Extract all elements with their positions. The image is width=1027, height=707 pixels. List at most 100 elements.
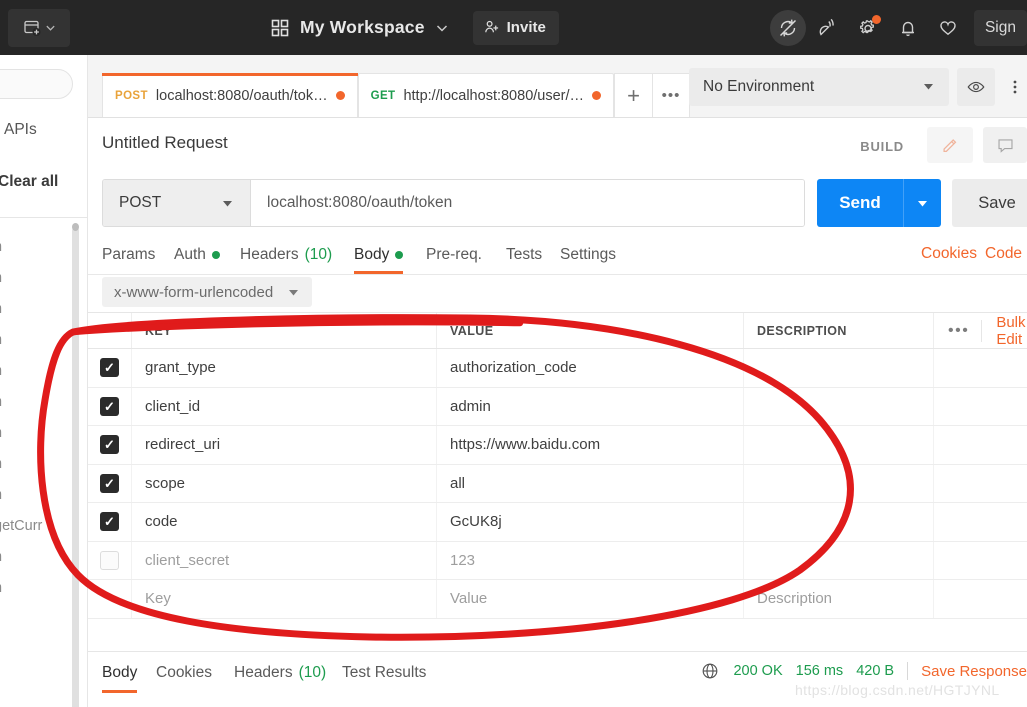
checkbox-checked-icon[interactable]: ✓ xyxy=(100,435,119,455)
request-tab-1[interactable]: POST localhost:8080/oauth/tok… xyxy=(102,73,358,117)
checkbox-checked-icon[interactable]: ✓ xyxy=(100,396,119,416)
table-row[interactable]: client_secret 123 xyxy=(88,541,1027,580)
table-row[interactable]: ✓ grant_type authorization_code xyxy=(88,349,1027,388)
response-tab-test-results[interactable]: Test Results xyxy=(342,652,426,693)
request-tab-2[interactable]: GET http://localhost:8080/user/… xyxy=(357,73,615,117)
edit-request-button[interactable] xyxy=(927,127,973,163)
row-description[interactable] xyxy=(744,541,934,579)
response-stats: 200 OK 156 ms 420 B Save Response xyxy=(700,661,1027,681)
url-input[interactable]: localhost:8080/oauth/token xyxy=(251,180,804,226)
row-checkbox-cell[interactable]: ✓ xyxy=(88,503,132,541)
new-tab-button[interactable]: + xyxy=(614,73,653,117)
workspace-name[interactable]: My Workspace xyxy=(300,17,425,38)
tab-params[interactable]: Params xyxy=(102,235,155,274)
table-options-button[interactable]: ••• xyxy=(948,322,969,340)
tab-prerequest[interactable]: Pre-req. xyxy=(426,235,482,274)
row-description[interactable] xyxy=(744,349,934,387)
invite-button[interactable]: Invite xyxy=(472,10,559,45)
page-title[interactable]: Untitled Request xyxy=(102,133,228,153)
row-checkbox-cell[interactable]: ✓ xyxy=(88,349,132,387)
row-value[interactable]: https://www.baidu.com xyxy=(437,426,744,464)
tab-body[interactable]: Body xyxy=(354,235,404,274)
unsaved-indicator-icon xyxy=(592,91,602,100)
code-link[interactable]: Code xyxy=(985,245,1027,263)
list-item-label: n xyxy=(0,332,2,348)
table-row[interactable]: ✓ code GcUK8j xyxy=(88,503,1027,542)
row-value[interactable]: all xyxy=(437,464,744,502)
sidebar-clear-all[interactable]: Clear all xyxy=(0,173,58,191)
tab-params-label: Params xyxy=(102,245,156,263)
tab-tests[interactable]: Tests xyxy=(506,235,542,274)
row-description[interactable] xyxy=(744,387,934,425)
new-row-description-input[interactable]: Description xyxy=(744,580,934,618)
environment-more-button[interactable] xyxy=(1003,68,1027,106)
row-description[interactable] xyxy=(744,503,934,541)
cookies-link[interactable]: Cookies xyxy=(921,245,977,263)
bulk-edit-link[interactable]: Bulk Edit xyxy=(981,314,1027,348)
broadcast-button[interactable] xyxy=(810,10,846,46)
new-window-icon xyxy=(24,20,41,36)
row-value[interactable]: GcUK8j xyxy=(437,503,744,541)
table-row[interactable]: ✓ scope all xyxy=(88,464,1027,503)
sign-in-button[interactable]: Sign xyxy=(973,9,1027,46)
sidebar-search-input[interactable] xyxy=(0,69,73,99)
body-type-select[interactable]: x-www-form-urlencoded xyxy=(102,277,313,307)
environment-select[interactable]: No Environment xyxy=(689,67,949,106)
checkbox-checked-icon[interactable]: ✓ xyxy=(100,473,119,493)
comment-button[interactable] xyxy=(983,127,1027,163)
http-method-select[interactable]: POST xyxy=(103,180,251,226)
body-type-value: x-www-form-urlencoded xyxy=(114,283,274,301)
row-key[interactable]: grant_type xyxy=(132,349,437,387)
send-options-button[interactable] xyxy=(903,179,941,227)
tab-headers[interactable]: Headers (10) xyxy=(240,235,332,274)
row-key[interactable]: redirect_uri xyxy=(132,426,437,464)
new-row-key-input[interactable]: Key xyxy=(132,580,437,618)
row-value[interactable]: 123 xyxy=(437,541,744,579)
new-row-value-input[interactable]: Value xyxy=(437,580,744,618)
chevron-down-icon xyxy=(924,84,933,90)
response-tab-test-results-label: Test Results xyxy=(342,663,427,681)
save-response-button[interactable]: Save Response xyxy=(921,663,1027,680)
save-button[interactable]: Save xyxy=(952,179,1027,227)
row-description[interactable] xyxy=(744,464,934,502)
favorites-button[interactable] xyxy=(930,10,966,46)
body-type-row: x-www-form-urlencoded xyxy=(88,275,1027,312)
chevron-down-icon[interactable] xyxy=(435,21,449,35)
row-checkbox-cell[interactable]: ✓ xyxy=(88,464,132,502)
row-description[interactable] xyxy=(744,426,934,464)
table-row[interactable]: ✓ redirect_uri https://www.baidu.com xyxy=(88,426,1027,465)
table-row[interactable]: ✓ client_id admin xyxy=(88,387,1027,426)
row-checkbox-cell[interactable] xyxy=(88,541,132,579)
row-checkbox-cell[interactable]: ✓ xyxy=(88,387,132,425)
table-row-new[interactable]: Key Value Description xyxy=(88,580,1027,619)
row-value[interactable]: admin xyxy=(437,387,744,425)
tab-auth[interactable]: Auth xyxy=(174,235,220,274)
new-window-button[interactable] xyxy=(8,8,70,47)
tab-settings[interactable]: Settings xyxy=(560,235,616,274)
response-tab-cookies[interactable]: Cookies xyxy=(156,652,212,693)
sidebar-scrollbar[interactable] xyxy=(72,227,79,707)
row-key[interactable]: client_secret xyxy=(132,541,437,579)
row-key[interactable]: client_id xyxy=(132,387,437,425)
environment-quick-look-button[interactable] xyxy=(957,67,995,106)
sync-off-button[interactable] xyxy=(769,9,806,46)
settings-button[interactable] xyxy=(850,10,886,46)
notifications-button[interactable] xyxy=(890,10,926,46)
checkbox-unchecked-icon[interactable] xyxy=(100,550,119,570)
sidebar-scrollbar-knob[interactable] xyxy=(72,223,79,231)
row-key[interactable]: code xyxy=(132,503,437,541)
response-tab-headers[interactable]: Headers (10) xyxy=(234,652,326,693)
sidebar-tab-apis[interactable]: APIs xyxy=(4,121,37,139)
checkbox-checked-icon[interactable]: ✓ xyxy=(100,358,119,378)
row-checkbox-cell[interactable]: ✓ xyxy=(88,426,132,464)
row-value[interactable]: authorization_code xyxy=(437,349,744,387)
checkbox-checked-icon[interactable]: ✓ xyxy=(100,512,119,532)
tab-options-button[interactable]: ••• xyxy=(652,73,691,117)
send-button[interactable]: Send xyxy=(817,179,941,227)
response-tab-body[interactable]: Body xyxy=(102,652,138,693)
row-spacer xyxy=(934,503,1027,541)
build-toggle[interactable]: BUILD xyxy=(860,139,904,154)
globe-icon[interactable] xyxy=(700,661,720,681)
url-bar: POST localhost:8080/oauth/token Send Sav… xyxy=(102,175,1027,231)
row-key[interactable]: scope xyxy=(132,464,437,502)
